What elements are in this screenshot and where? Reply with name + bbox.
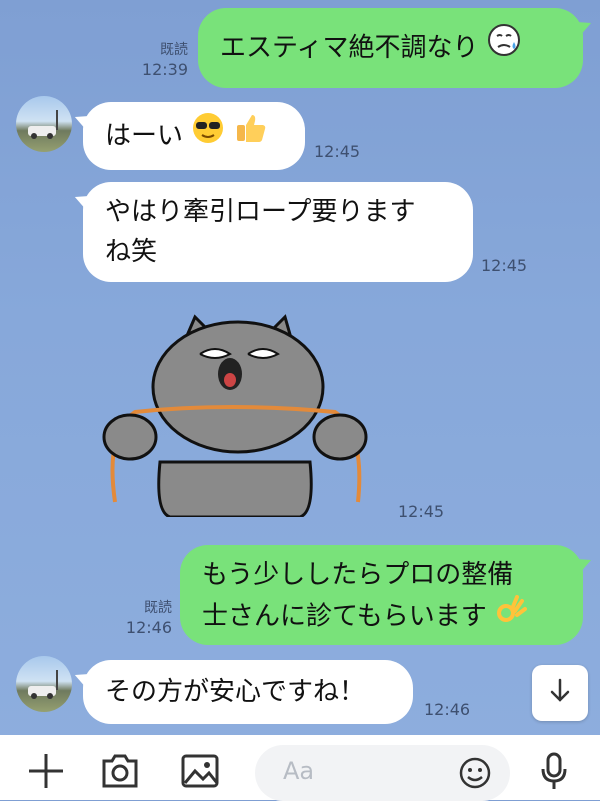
message-text-line: やはり牽引ロープ要ります (105, 197, 416, 227)
message-time: 12:39 (141, 60, 188, 79)
camera-icon[interactable] (98, 749, 142, 793)
read-receipt: 既読 (144, 600, 172, 616)
emoji-icon[interactable] (458, 756, 492, 794)
message-text-line: 士さんに診てもらいます (202, 595, 561, 639)
image-icon[interactable] (178, 749, 222, 793)
read-receipt: 既読 (160, 42, 188, 58)
arrow-down-icon (546, 677, 574, 709)
incoming-message[interactable]: やはり牽引ロープ要ります ね笑 (83, 182, 473, 282)
chat-area[interactable]: 既読 12:39 エスティマ絶不調なり はーい 12:45 やはり牽引ロープ要り… (0, 0, 600, 735)
message-time: 12:45 (398, 502, 445, 521)
message-time: 12:46 (125, 618, 172, 637)
outgoing-message[interactable]: エスティマ絶不調なり (198, 8, 583, 88)
message-time: 12:45 (481, 256, 528, 275)
message-text: その方が安心ですね！ (105, 677, 366, 707)
ok-hand-emoji-icon (495, 595, 527, 639)
thumbs-up-emoji-icon (234, 103, 268, 171)
message-time: 12:45 (314, 142, 361, 161)
incoming-message[interactable]: はーい (83, 102, 305, 170)
message-meta: 既読 12:46 (108, 598, 172, 638)
outgoing-message[interactable]: もう少ししたらプロの整備 士さんに診てもらいます (180, 545, 583, 645)
scroll-to-bottom-button[interactable] (532, 665, 588, 721)
sweat-face-emoji-icon (487, 9, 521, 89)
message-text: はーい (105, 121, 184, 151)
message-time: 12:46 (424, 700, 471, 719)
message-input-placeholder: Aa (283, 757, 315, 785)
plus-icon[interactable] (24, 749, 68, 793)
cat-sticker[interactable] (100, 312, 370, 519)
sunglasses-emoji-icon (191, 103, 225, 171)
message-text-line: ね笑 (105, 237, 158, 267)
message-meta: 既読 12:39 (128, 40, 188, 80)
avatar[interactable] (16, 96, 72, 152)
message-input[interactable]: Aa (255, 745, 510, 801)
mic-icon[interactable] (532, 749, 576, 793)
message-composer: Aa (0, 735, 600, 801)
incoming-message[interactable]: その方が安心ですね！ (83, 660, 413, 724)
message-text-line: もう少ししたらプロの整備 (202, 560, 514, 590)
avatar[interactable] (16, 656, 72, 712)
message-text: エスティマ絶不調なり (220, 33, 479, 63)
